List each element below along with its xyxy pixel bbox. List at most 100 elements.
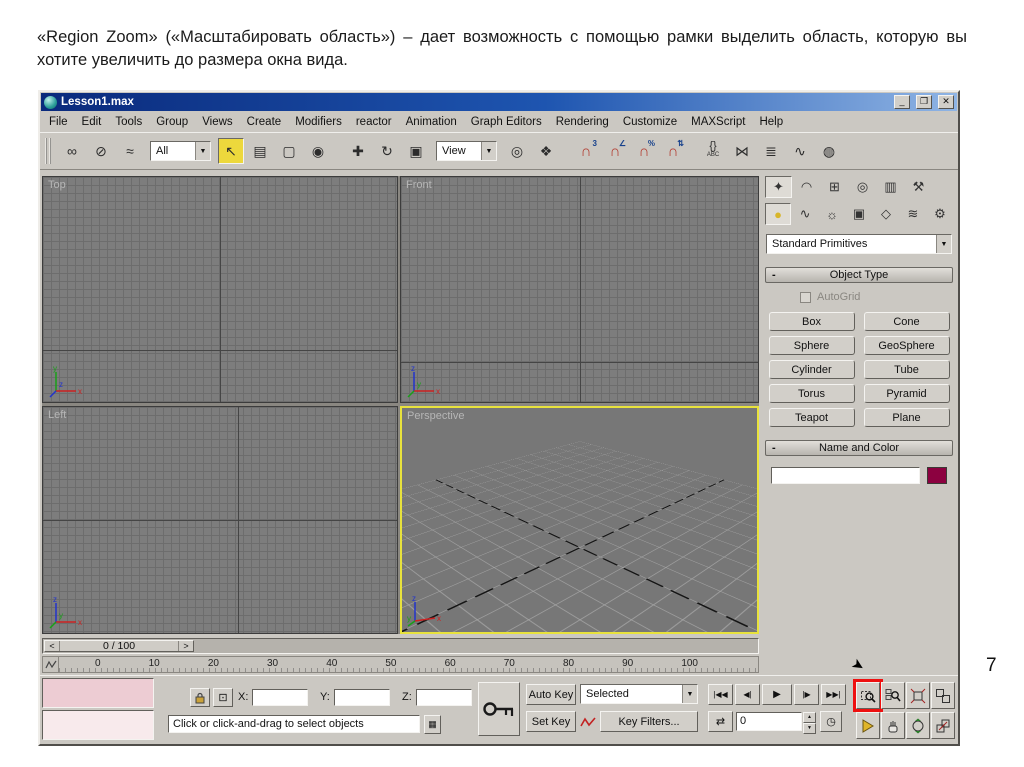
tab-utilities-icon[interactable]: ⚒	[905, 176, 932, 198]
maximize-button[interactable]: ❐	[916, 95, 932, 109]
x-coordinate-field[interactable]	[252, 689, 308, 706]
pyramid-button[interactable]: Pyramid	[863, 384, 950, 403]
current-time-field[interactable]: 0	[736, 712, 802, 731]
time-configuration-button[interactable]: ◷	[820, 711, 842, 732]
selection-lock-icon[interactable]	[190, 688, 210, 707]
track-bar[interactable]: 0 10 20 30 40 50 60 70 80 90 100	[42, 656, 759, 673]
select-object-icon[interactable]: ↖	[218, 138, 244, 164]
go-to-end-button[interactable]: ▶▶|	[821, 684, 846, 705]
subtab-space-warps-icon[interactable]: ≋	[900, 203, 926, 225]
snap-toggle-3d-icon[interactable]: ∩ 3	[573, 138, 599, 164]
window-crossing-icon[interactable]: ◉	[305, 138, 331, 164]
status-aux-button[interactable]: ▦	[424, 715, 441, 734]
zoom-extents-button[interactable]	[906, 682, 930, 709]
track-bar-ruler[interactable]: 0 10 20 30 40 50 60 70 80 90 100	[59, 657, 758, 672]
menu-rendering[interactable]: Rendering	[556, 116, 609, 128]
name-and-color-rollout[interactable]: - Name and Color	[765, 440, 953, 456]
pan-hand-button[interactable]	[881, 712, 905, 739]
tab-display-icon[interactable]: ▥	[877, 176, 904, 198]
subtab-lights-icon[interactable]: ☼	[819, 203, 845, 225]
select-and-manipulate-icon[interactable]: ❖	[533, 138, 559, 164]
subtab-systems-icon[interactable]: ⚙	[927, 203, 953, 225]
y-coordinate-field[interactable]	[334, 689, 390, 706]
menu-create[interactable]: Create	[247, 116, 282, 128]
region-zoom-button[interactable]	[853, 679, 883, 712]
subtab-cameras-icon[interactable]: ▣	[846, 203, 872, 225]
min-max-toggle-button[interactable]	[931, 712, 955, 739]
toolbar-handle[interactable]	[45, 138, 51, 164]
torus-button[interactable]: Torus	[768, 384, 855, 403]
key-mode-toggle-button[interactable]: ⇄	[708, 711, 733, 732]
menu-edit[interactable]: Edit	[82, 116, 102, 128]
tab-modify-icon[interactable]: ◠	[793, 176, 820, 198]
maxscript-listener-white[interactable]	[42, 710, 154, 740]
time-slider-track[interactable]: < 0 / 100 >	[42, 638, 759, 654]
select-and-scale-icon[interactable]: ▣	[403, 138, 429, 164]
time-slider-handle[interactable]: < 0 / 100 >	[44, 640, 194, 652]
chevron-down-icon[interactable]: ▼	[195, 142, 210, 160]
menu-graph-editors[interactable]: Graph Editors	[471, 116, 542, 128]
go-to-start-button[interactable]: |◀◀	[708, 684, 733, 705]
field-of-view-button[interactable]	[856, 712, 880, 739]
tube-button[interactable]: Tube	[863, 360, 950, 379]
menu-group[interactable]: Group	[156, 116, 188, 128]
maxscript-listener-pink[interactable]	[42, 678, 154, 708]
viewport-top[interactable]: Top y x z	[42, 176, 398, 403]
zoom-all-button[interactable]	[881, 682, 905, 709]
subtab-shapes-icon[interactable]: ∿	[792, 203, 818, 225]
material-editor-icon[interactable]: ◍	[816, 138, 842, 164]
chevron-down-icon[interactable]: ▼	[481, 142, 496, 160]
auto-key-button[interactable]: Auto Key	[526, 684, 576, 705]
viewport-perspective-label[interactable]: Perspective	[407, 410, 464, 422]
geosphere-button[interactable]: GeoSphere	[863, 336, 950, 355]
menu-reactor[interactable]: reactor	[356, 116, 392, 128]
use-pivot-center-icon[interactable]: ◎	[504, 138, 530, 164]
menu-file[interactable]: File	[49, 116, 68, 128]
viewport-perspective[interactable]: Perspective z x y	[400, 406, 759, 634]
select-by-name-icon[interactable]: ▤	[247, 138, 273, 164]
spinner-snap-icon[interactable]: ∩ ⇅	[660, 138, 686, 164]
close-button[interactable]: ✕	[938, 95, 954, 109]
reference-coordinate-dropdown[interactable]: View ▼	[436, 141, 497, 161]
select-and-move-icon[interactable]: ✚	[345, 138, 371, 164]
set-key-button[interactable]: Set Key	[526, 711, 576, 732]
z-coordinate-field[interactable]	[416, 689, 472, 706]
menu-tools[interactable]: Tools	[115, 116, 142, 128]
autogrid-checkbox[interactable]	[800, 291, 811, 303]
previous-frame-button[interactable]: ◀|	[735, 684, 760, 705]
subtab-helpers-icon[interactable]: ◇	[873, 203, 899, 225]
selection-set-dropdown[interactable]: Selected ▼	[580, 684, 698, 704]
mirror-icon[interactable]: ⋈	[729, 138, 755, 164]
tab-hierarchy-icon[interactable]: ⊞	[821, 176, 848, 198]
menu-views[interactable]: Views	[202, 116, 232, 128]
absolute-mode-icon[interactable]: ⊡	[213, 688, 233, 707]
mini-curve-editor-icon[interactable]	[43, 657, 59, 672]
align-icon[interactable]: ≣	[758, 138, 784, 164]
select-and-rotate-icon[interactable]: ↻	[374, 138, 400, 164]
key-filters-button[interactable]: Key Filters...	[600, 711, 698, 732]
unlink-selection-icon[interactable]: ⊘	[88, 138, 114, 164]
box-button[interactable]: Box	[768, 312, 855, 331]
tab-motion-icon[interactable]: ◎	[849, 176, 876, 198]
spinner-down-icon[interactable]: ▼	[803, 723, 816, 734]
select-and-link-icon[interactable]: ∞	[59, 138, 85, 164]
viewport-front[interactable]: Front z x y	[400, 176, 759, 403]
curve-editor-icon[interactable]: ∿	[787, 138, 813, 164]
plane-button[interactable]: Plane	[863, 408, 950, 427]
menu-animation[interactable]: Animation	[406, 116, 457, 128]
next-frame-button[interactable]: |▶	[794, 684, 819, 705]
rectangular-selection-region-icon[interactable]: ▢	[276, 138, 302, 164]
chevron-down-icon[interactable]: ▼	[682, 685, 697, 703]
sphere-button[interactable]: Sphere	[768, 336, 855, 355]
next-frame-arrow[interactable]: >	[178, 641, 193, 651]
menu-customize[interactable]: Customize	[623, 116, 677, 128]
time-spinner[interactable]: ▲ ▼	[803, 712, 816, 734]
minimize-button[interactable]: _	[894, 95, 910, 109]
object-color-swatch[interactable]	[927, 467, 947, 484]
cylinder-button[interactable]: Cylinder	[768, 360, 855, 379]
menu-maxscript[interactable]: MAXScript	[691, 116, 745, 128]
chevron-down-icon[interactable]: ▼	[936, 235, 951, 253]
set-keys-key-button[interactable]	[478, 682, 520, 736]
object-type-rollout[interactable]: - Object Type	[765, 267, 953, 283]
play-button[interactable]: ▶	[762, 684, 792, 705]
